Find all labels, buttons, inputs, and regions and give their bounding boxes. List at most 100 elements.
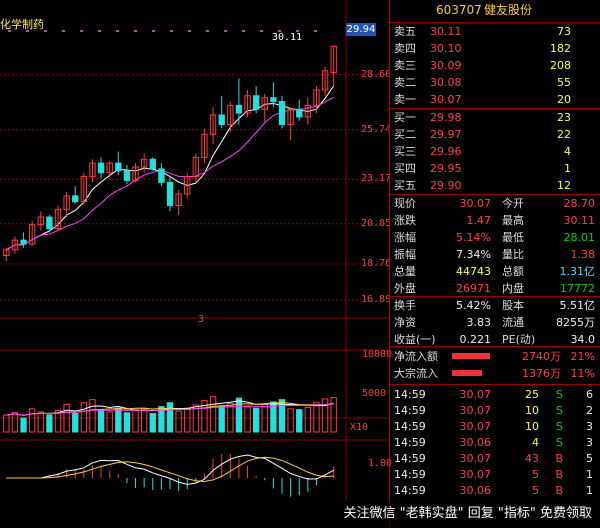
ask-label: 卖三 (394, 59, 416, 72)
volume-bar (20, 417, 27, 433)
flow-bar (452, 353, 490, 359)
tick-time: 14:59 (394, 404, 426, 417)
stat-label: 总量 (394, 265, 416, 278)
volume-bar (115, 407, 122, 433)
tick-price: 30.06 (459, 436, 492, 449)
top-marker-dot (152, 30, 155, 32)
kline-chart[interactable] (0, 0, 388, 528)
macd-axis-tick: 1.00 (368, 458, 393, 469)
price-axis-tick: 25.74 (361, 123, 392, 135)
volume-bar (313, 402, 320, 433)
stat-value: 30.11 (563, 214, 596, 227)
volume-bar (80, 402, 88, 433)
stat2-label: 流通 (502, 316, 524, 329)
flow-value: 1376万 (522, 367, 561, 380)
volume-bar (46, 414, 53, 433)
stat-value: 28.70 (563, 197, 596, 210)
ask-price: 30.11 (430, 25, 462, 38)
stat-label: 涨跌 (394, 214, 416, 227)
bid-volume: 4 (564, 145, 571, 158)
bid-price: 29.90 (430, 179, 462, 192)
top-marker-dot (260, 30, 263, 32)
price-axis-tick: 16.89 (361, 294, 392, 305)
quote-panel: 603707 健友股份 卖五 30.11 73 卖四 30.10 182 卖三 30.09 20… (389, 0, 600, 528)
ask-row: 卖二 30.08 55 (390, 74, 600, 91)
candle-body (270, 97, 277, 103)
stat2-row: 净资 3.83 流通 8255万 (390, 314, 600, 331)
volume-bar (106, 411, 113, 433)
tick-count: 1 (586, 484, 593, 497)
tick-row: 14:59 30.07 43 B 5 (390, 450, 600, 467)
sector-title: 化学制药 (0, 18, 44, 31)
stat2-value: 5.51亿 (559, 299, 596, 312)
current-price-flag: 29.94 (346, 23, 376, 36)
candle-body (115, 162, 122, 172)
tick-volume: 5 (532, 468, 539, 481)
volume-axis-tick: 5000 (362, 387, 387, 399)
candle-body (252, 95, 260, 110)
candle-body (72, 195, 79, 203)
volume-bar (304, 406, 312, 433)
tick-time: 14:59 (394, 468, 426, 481)
tick-volume: 10 (525, 420, 539, 433)
volume-bar (123, 412, 131, 433)
volume-bar (149, 413, 156, 433)
stat-label: 最高 (502, 214, 524, 227)
tick-volume: 10 (525, 404, 539, 417)
high-marker-label: 30.11 (272, 32, 303, 43)
candle-body (278, 101, 286, 126)
top-marker-dot (188, 30, 191, 32)
candlesticks (3, 45, 337, 262)
volume-axis-tick: 10000 (362, 349, 393, 360)
stock-code: 603707 (436, 3, 482, 17)
flow-pct: 21% (570, 350, 595, 363)
bid-label: 买二 (394, 128, 416, 141)
flow-value: 2740万 (522, 350, 561, 363)
candle-body (235, 104, 243, 114)
volume-bar (37, 411, 44, 433)
tick-side: S (556, 436, 563, 449)
tick-row: 14:59 30.07 5 B 1 (390, 466, 600, 483)
stock-name: 健友股份 (484, 3, 533, 17)
top-marker-dot (116, 30, 119, 32)
tick-row: 14:59 30.07 10 S 2 (390, 402, 600, 419)
promo-banner: 关注微信 "老韩实盘" 回复 "指标" 免费领取 (0, 500, 600, 528)
stat-row: 涨幅 5.14% 最低 28.01 (390, 229, 600, 246)
tick-time: 14:59 (394, 436, 426, 449)
tick-count: 1 (586, 468, 593, 481)
candle-body (218, 114, 225, 126)
top-marker-dot (134, 30, 137, 32)
bid-price: 29.96 (430, 145, 462, 158)
tick-side: B (555, 452, 563, 465)
candle-body (123, 170, 131, 181)
tick-row: 14:59 30.07 10 S 3 (390, 418, 600, 435)
volume-bar (140, 408, 148, 433)
stat-label: 涨幅 (394, 231, 416, 244)
stat-row: 振幅 7.34% 量比 1.38 (390, 246, 600, 263)
tick-count: 2 (586, 404, 593, 417)
flow-pct: 11% (570, 367, 595, 380)
volume-bar (11, 412, 19, 433)
stat2-value: 5.42% (456, 299, 491, 312)
tick-time: 14:59 (394, 452, 426, 465)
volume-bar (218, 405, 225, 433)
stat-value: 44743 (456, 265, 491, 278)
tick-volume: 4 (532, 436, 539, 449)
top-marker-dot (224, 30, 227, 32)
volume-bar (209, 396, 217, 433)
tick-volume: 25 (525, 388, 539, 401)
tick-time: 14:59 (394, 420, 426, 433)
price-axis-tick: 20.85 (361, 217, 392, 229)
top-marker-dot (62, 30, 65, 32)
stat-label: 最低 (502, 231, 524, 244)
bid-volume: 23 (557, 111, 571, 124)
tick-count: 5 (586, 452, 593, 465)
top-marker-dot (314, 30, 317, 32)
tick-count: 3 (586, 420, 593, 433)
stat2-value: 3.83 (466, 316, 492, 329)
ask-row: 卖三 30.09 208 (390, 57, 600, 74)
candle-body (158, 168, 165, 183)
volume-bar (132, 409, 139, 433)
bid-label: 买一 (394, 111, 416, 124)
tick-volume: 5 (532, 484, 539, 497)
